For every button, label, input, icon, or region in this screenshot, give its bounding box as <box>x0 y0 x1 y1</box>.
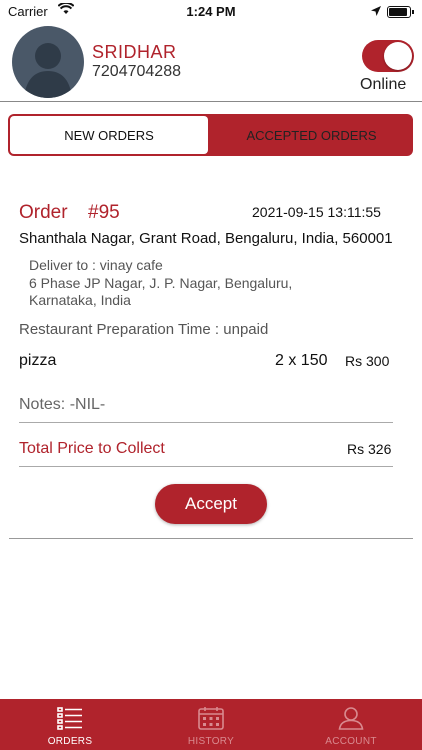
total-value: Rs 326 <box>347 441 392 457</box>
driver-name: SRIDHAR <box>92 42 177 62</box>
avatar[interactable] <box>12 26 84 98</box>
nav-account[interactable]: ACCOUNT <box>281 699 421 750</box>
divider <box>19 422 393 423</box>
item-total: Rs 300 <box>345 353 390 369</box>
tab-accepted-orders[interactable]: ACCEPTED ORDERS <box>212 116 411 154</box>
prep-time: Restaurant Preparation Time : unpaid <box>19 321 269 338</box>
clock: 1:24 PM <box>186 4 236 19</box>
deliver-to-line: Deliver to : vinay cafe <box>29 257 163 273</box>
delivery-address: Deliver to : vinay cafe 6 Phase JP Nagar… <box>29 257 359 310</box>
nav-account-label: ACCOUNT <box>325 736 377 747</box>
nav-orders[interactable]: ORDERS <box>0 699 140 750</box>
account-icon <box>338 707 364 730</box>
item-name: pizza <box>19 352 57 369</box>
total-label: Total Price to Collect <box>19 440 165 457</box>
toggle-knob <box>384 42 412 70</box>
bottom-nav: ORDERS HISTORY ACCOUNT <box>0 699 422 750</box>
order-datetime: 2021-09-15 13:11:55 <box>252 204 381 220</box>
calendar-icon <box>198 707 224 730</box>
status-right <box>371 4 414 19</box>
order-number: #95 <box>88 202 120 223</box>
driver-phone: 7204704288 <box>92 63 181 80</box>
divider <box>19 466 393 467</box>
tab-new-orders[interactable]: NEW ORDERS <box>10 116 208 154</box>
online-label: Online <box>360 76 407 93</box>
deliver-region-line: Karnataka, India <box>29 292 131 308</box>
battery-icon <box>387 5 411 18</box>
status-bar: Carrier 1:24 PM <box>0 0 422 22</box>
pickup-address: Shanthala Nagar, Grant Road, Bengaluru, … <box>19 230 393 247</box>
orders-tab-bar: NEW ORDERS ACCEPTED ORDERS <box>8 114 413 156</box>
header-divider <box>0 101 422 102</box>
deliver-street-line: 6 Phase JP Nagar, J. P. Nagar, Bengaluru… <box>29 274 293 291</box>
card-divider <box>9 538 413 539</box>
battery-cap-icon <box>412 9 414 14</box>
online-toggle[interactable] <box>362 40 414 72</box>
person-icon <box>24 43 72 98</box>
orders-list-icon <box>57 707 82 730</box>
nav-history-label: HISTORY <box>187 736 235 747</box>
accept-button[interactable]: Accept <box>155 484 267 524</box>
nav-history[interactable]: HISTORY <box>141 699 281 750</box>
item-quantity: 2 x 150 <box>275 352 328 369</box>
nav-orders-label: ORDERS <box>47 736 93 747</box>
order-notes: Notes: -NIL- <box>19 396 106 413</box>
location-arrow-icon <box>371 4 381 19</box>
order-label: Order <box>19 202 68 223</box>
